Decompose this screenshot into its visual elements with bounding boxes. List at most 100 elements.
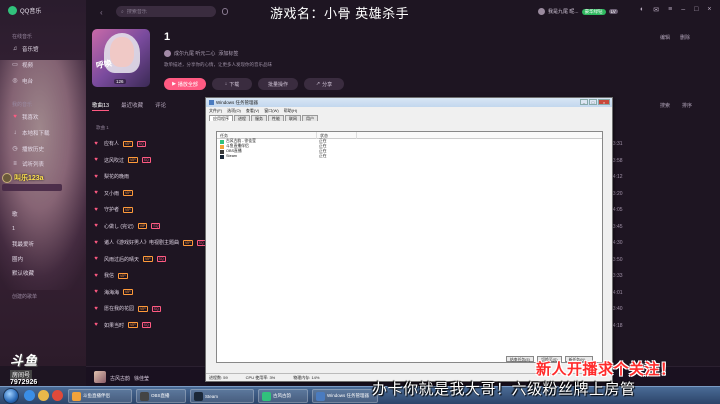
- level-badge[interactable]: LV: [608, 9, 618, 14]
- song-row[interactable]: ♥ 应有人 VIP SQ: [92, 136, 206, 151]
- song-row[interactable]: ♥ 守护者 VIP: [92, 202, 206, 217]
- column-status[interactable]: 状态: [317, 132, 357, 139]
- batch-operation-button[interactable]: 批量操作: [258, 78, 298, 90]
- tab-applications[interactable]: 应用程序: [209, 115, 233, 121]
- song-row[interactable]: ♥ 我信 VIP: [92, 268, 206, 283]
- song-title[interactable]: 愿在我的花园: [104, 305, 134, 312]
- heart-icon[interactable]: ♥: [92, 289, 100, 295]
- sidebar-item-local-download[interactable]: ↓ 本地和下载: [12, 129, 50, 137]
- tab-services[interactable]: 服务: [251, 115, 267, 121]
- taskbar-app-button[interactable]: Steam: [190, 389, 254, 403]
- menu-options[interactable]: 选项(O): [227, 108, 241, 114]
- song-row[interactable]: ♥ 愿在我的花园 VIP SQ: [92, 301, 206, 316]
- taskbar-app-button[interactable]: 古风古韵: [258, 389, 308, 403]
- sort-button[interactable]: 排序: [682, 102, 692, 109]
- song-row[interactable]: ♥ 风雨过后的晴天 VIP SQ: [92, 252, 206, 267]
- song-row[interactable]: ♥ 海海海 VIP: [92, 285, 206, 300]
- song-title[interactable]: 又小雨: [104, 190, 119, 197]
- tab-processes[interactable]: 进程: [234, 115, 250, 121]
- sidebar-playlist-item[interactable]: 我最爱听: [12, 240, 34, 248]
- sidebar-item-history[interactable]: ◷ 播放历史: [12, 145, 44, 153]
- heart-icon[interactable]: ♥: [92, 157, 100, 163]
- song-title[interactable]: 梨花的晚雨: [104, 173, 129, 180]
- heart-icon[interactable]: ♥: [92, 207, 100, 213]
- avatar[interactable]: [538, 8, 545, 15]
- add-tag-link[interactable]: 添加标签: [218, 50, 238, 57]
- vip-badge[interactable]: 豪华绿钻: [581, 8, 606, 15]
- heart-icon[interactable]: ♥: [92, 174, 100, 180]
- song-title[interactable]: 这风吹过: [104, 157, 124, 164]
- sidebar-playlist-item[interactable]: 歌: [12, 210, 18, 218]
- sidebar-playlist-item[interactable]: 1: [12, 226, 15, 232]
- menu-file[interactable]: 文件(F): [209, 108, 222, 114]
- task-row[interactable]: Steam 正在: [217, 154, 602, 159]
- tab-networking[interactable]: 联网: [285, 115, 301, 121]
- heart-icon[interactable]: ♥: [92, 306, 100, 312]
- song-title[interactable]: 心做し (完记): [104, 223, 134, 230]
- song-title[interactable]: 诸人《游戏好男人》电视剧主题曲: [104, 239, 179, 246]
- sidebar-playlist-item[interactable]: 默认收藏: [12, 269, 34, 277]
- search-songs-button[interactable]: 搜索: [660, 102, 670, 109]
- now-playing-song[interactable]: 古风古韵: [110, 375, 130, 382]
- heart-icon[interactable]: ♥: [92, 273, 100, 279]
- search-input[interactable]: [126, 8, 207, 15]
- song-title[interactable]: 应有人: [104, 140, 119, 147]
- taskbar-app-button[interactable]: Windows 任务管理器: [312, 389, 378, 403]
- start-button[interactable]: [3, 388, 19, 404]
- folder-icon[interactable]: [38, 390, 49, 401]
- skin-icon[interactable]: ◐: [640, 6, 644, 14]
- mail-icon[interactable]: ✉: [653, 6, 659, 14]
- sidebar-item-music-hall[interactable]: ♫ 音乐馆: [12, 45, 39, 53]
- creator-name[interactable]: 成尔九尾 听元二心: [174, 50, 215, 57]
- heart-icon[interactable]: ♥: [92, 240, 100, 246]
- sidebar-item-radio[interactable]: ◎ 电台: [12, 77, 33, 85]
- minimize-icon[interactable]: –: [580, 99, 588, 105]
- close-icon[interactable]: ×: [707, 6, 711, 14]
- play-all-button[interactable]: ▶ 播放全部: [164, 78, 206, 90]
- task-manager-titlebar[interactable]: Windows 任务管理器: [206, 98, 612, 107]
- search-box[interactable]: ⌕: [116, 6, 216, 17]
- microphone-icon[interactable]: [222, 8, 228, 15]
- song-title[interactable]: 风雨过后的晴天: [104, 256, 139, 263]
- taskbar-app-button[interactable]: OBS直播: [136, 389, 186, 403]
- maximize-icon[interactable]: □: [694, 6, 698, 14]
- nav-arrows[interactable]: ‹: [100, 8, 107, 17]
- tab-recent[interactable]: 最近收藏: [121, 101, 143, 111]
- song-title[interactable]: 我信: [104, 272, 114, 279]
- browser-icon[interactable]: [52, 390, 63, 401]
- settings-icon[interactable]: ≡: [668, 6, 672, 14]
- minimize-icon[interactable]: –: [681, 6, 685, 14]
- ie-icon[interactable]: [24, 390, 35, 401]
- user-area[interactable]: 我是九尾 昵... 豪华绿钻 LV: [538, 8, 618, 15]
- tab-comments[interactable]: 评论: [155, 101, 166, 111]
- menu-window[interactable]: 窗口(W): [264, 108, 278, 114]
- song-row[interactable]: ♥ 心做し (完记) VIP SQ: [92, 219, 206, 234]
- song-row[interactable]: ♥ 这风吹过 VIP SQ: [92, 153, 206, 168]
- sidebar-playlist-item[interactable]: 圈内: [12, 255, 23, 263]
- menu-view[interactable]: 查看(V): [246, 108, 259, 114]
- song-row[interactable]: ♥ 诸人《游戏好男人》电视剧主题曲 VIP SQ: [92, 235, 206, 250]
- heart-icon[interactable]: ♥: [92, 256, 100, 262]
- now-playing-artist[interactable]: 徐佳莹: [134, 375, 149, 382]
- sidebar-item-trial-list[interactable]: ≡ 试听列表: [12, 160, 44, 168]
- tab-performance[interactable]: 性能: [268, 115, 284, 121]
- song-title[interactable]: 守护者: [104, 206, 119, 213]
- username[interactable]: 我是九尾 昵...: [548, 8, 579, 15]
- download-button[interactable]: ↓ 下载: [212, 78, 252, 90]
- song-row[interactable]: ♥ 梨花的晚雨: [92, 169, 206, 184]
- maximize-icon[interactable]: □: [589, 99, 597, 105]
- heart-icon[interactable]: ♥: [92, 223, 100, 229]
- taskbar-app-button[interactable]: 斗鱼直播伴侣: [68, 389, 132, 403]
- tab-users[interactable]: 用户: [302, 115, 318, 121]
- heart-icon[interactable]: ♥: [92, 141, 100, 147]
- column-task[interactable]: 任务: [217, 132, 317, 139]
- app-logo[interactable]: QQ音乐: [8, 6, 41, 15]
- tab-songs[interactable]: 歌曲13: [92, 101, 110, 111]
- heart-icon[interactable]: ♥: [92, 322, 100, 328]
- end-task-button[interactable]: 结束任务(E): [506, 356, 535, 362]
- song-title[interactable]: 如果当时: [104, 322, 124, 329]
- sidebar-item-video[interactable]: ▭ 视频: [12, 61, 33, 69]
- share-button[interactable]: ↗ 分享: [304, 78, 344, 90]
- sidebar-item-liked[interactable]: ♥ 我喜欢: [12, 113, 38, 121]
- close-icon[interactable]: ×: [598, 99, 610, 105]
